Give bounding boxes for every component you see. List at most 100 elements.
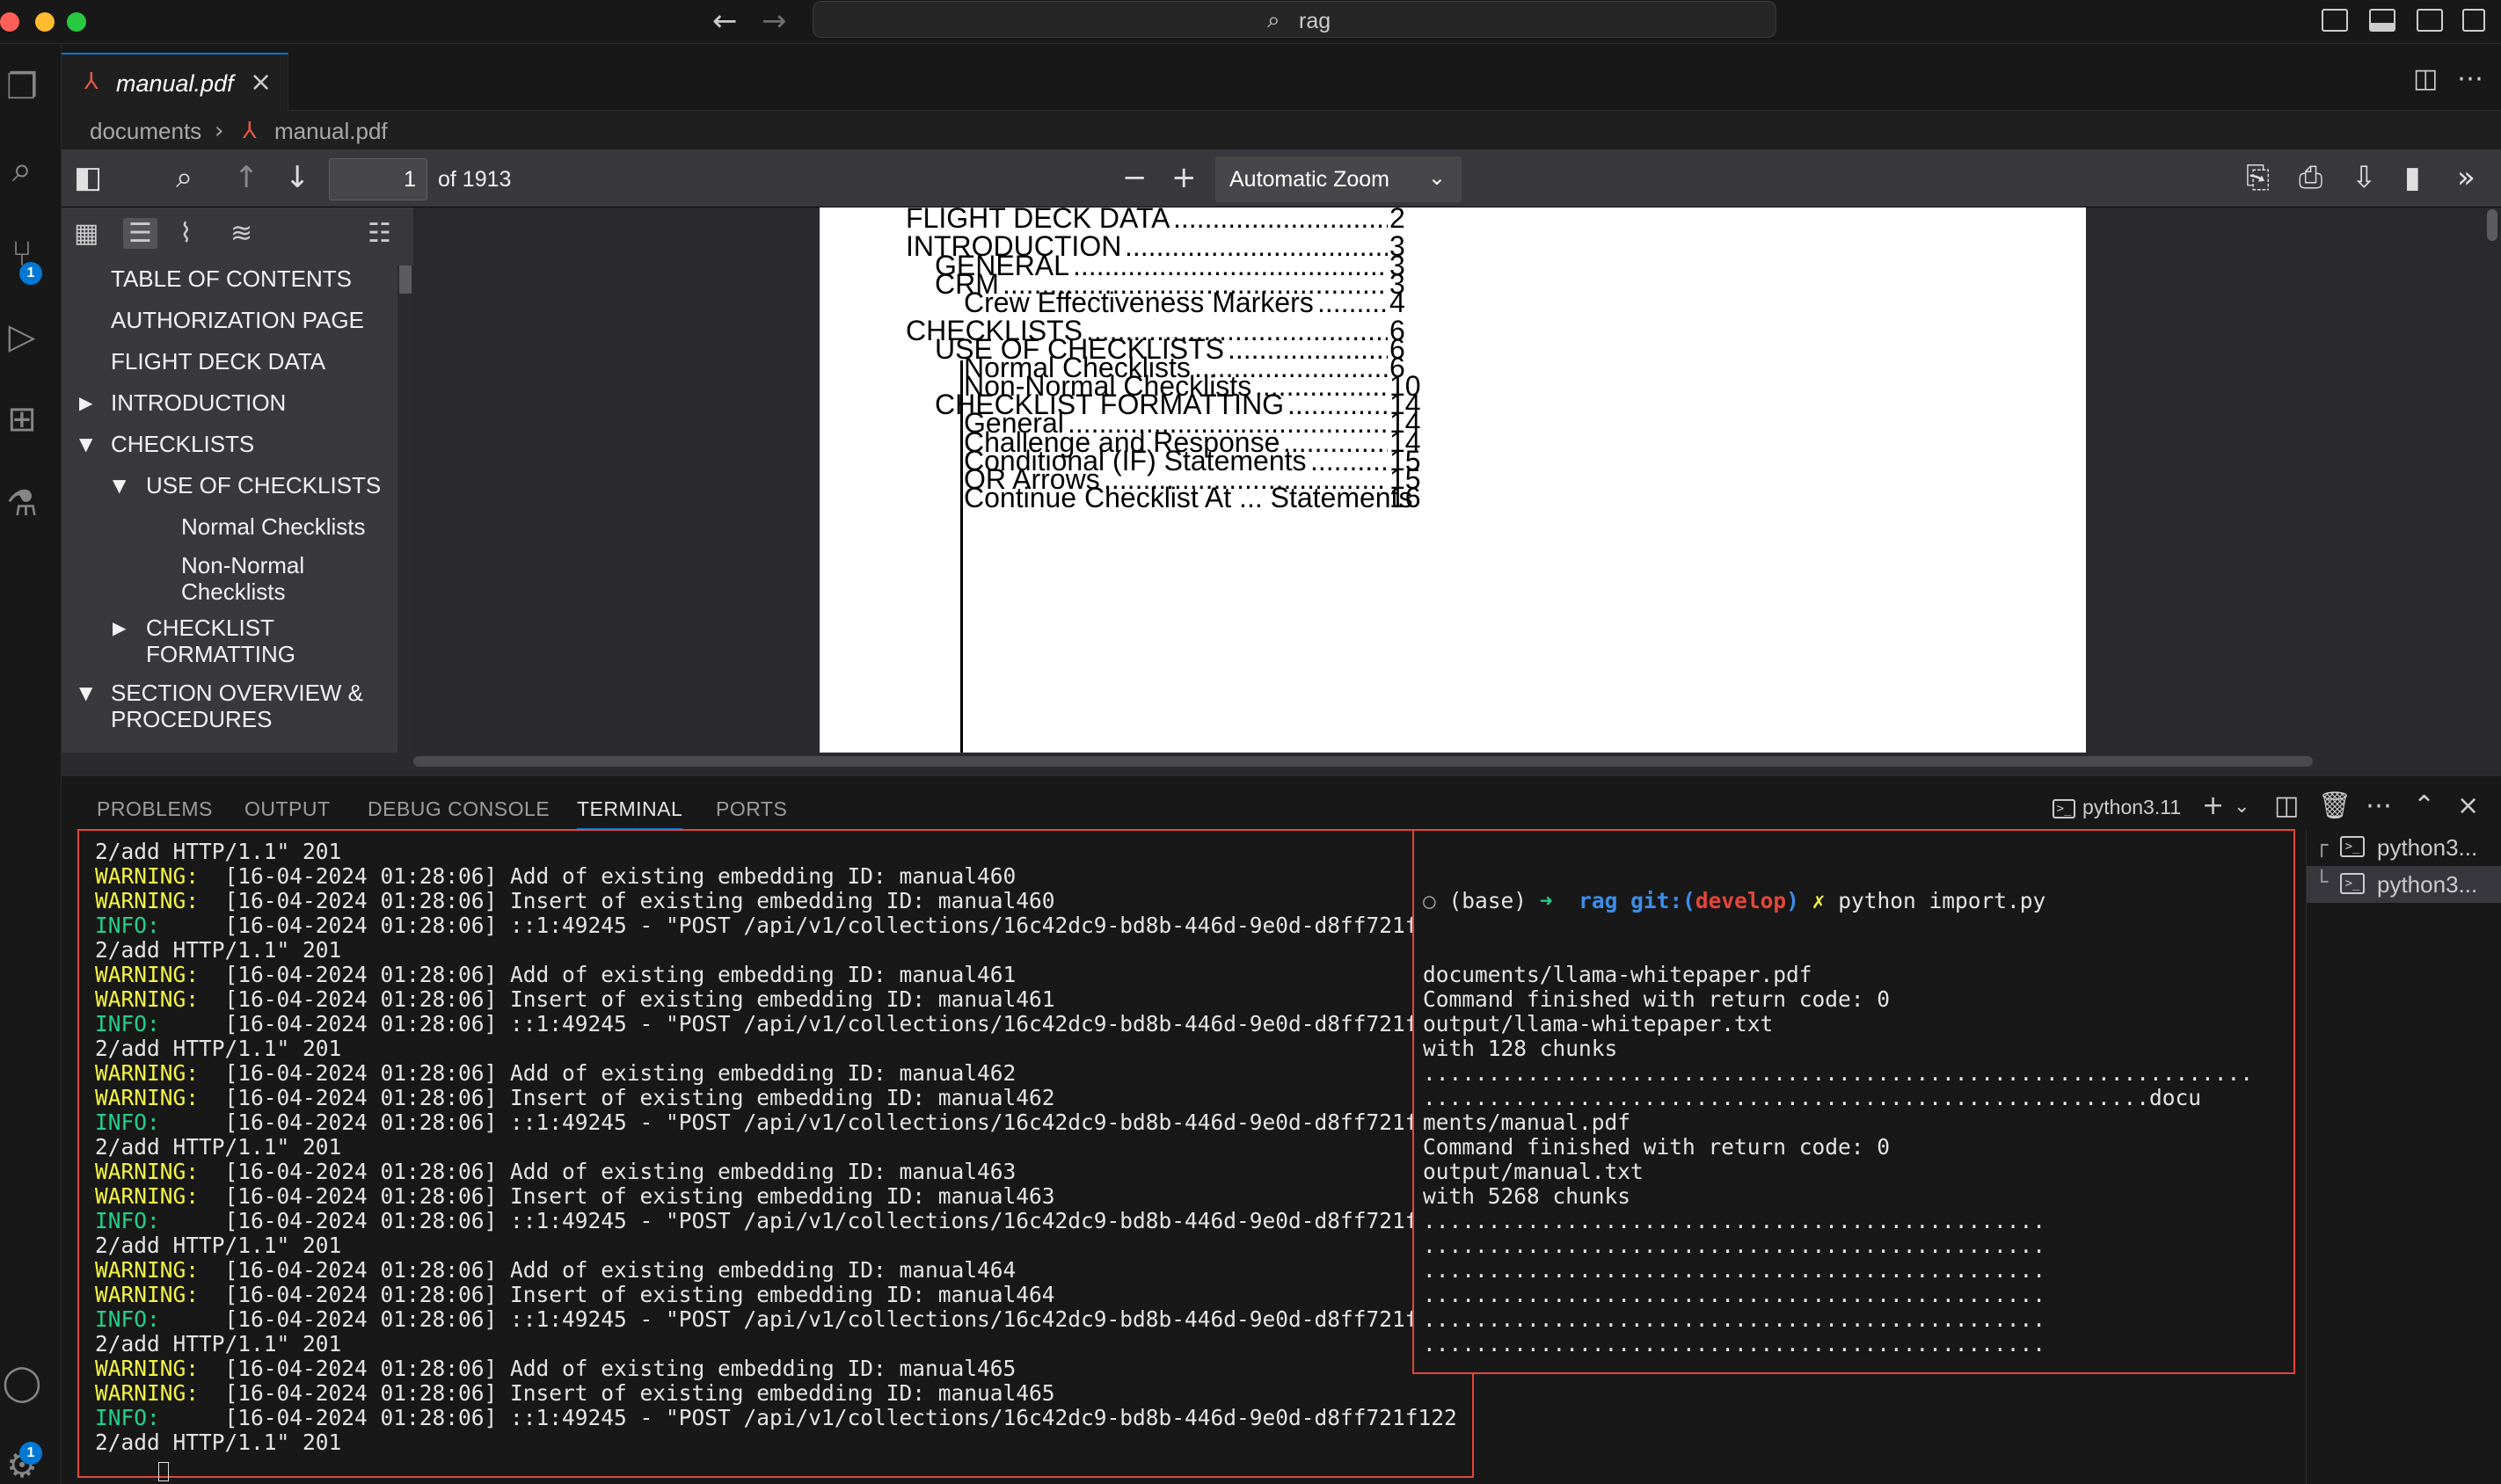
tab-output[interactable]: OUTPUT (244, 797, 331, 821)
terminal-right[interactable]: ○ (base) ➜ rag git:(develop) ✗ python im… (1412, 829, 2295, 1374)
tab-problems[interactable]: PROBLEMS (97, 797, 213, 821)
terminal-profile[interactable]: >_ python3.11 (2053, 796, 2181, 819)
log-message: [16-04-2024 01:28:06] Insert of existing… (199, 1282, 1055, 1307)
tab-debug-console[interactable]: DEBUG CONSOLE (368, 797, 550, 821)
log-message: [16-04-2024 01:28:06] Add of existing em… (199, 1257, 1017, 1283)
breadcrumb-file[interactable]: manual.pdf (274, 118, 388, 145)
toggle-sidebar-icon[interactable]: ◧ (74, 160, 102, 195)
tools-menu-icon[interactable]: » (2457, 160, 2475, 195)
outline-item[interactable]: Normal Checklists (181, 513, 366, 540)
terminal-left[interactable]: 2/add HTTP/1.1" 201 WARNING: [16-04-2024 … (77, 829, 1474, 1478)
terminal-line-text: ........................................… (1423, 1060, 2254, 1086)
window-minimize-button[interactable] (35, 12, 55, 32)
pdf-viewer: ◧ ⌕ ↑ ↓ of 1913 − + Automatic Zoom ⌄ ⎘ ⎙… (62, 149, 2501, 775)
search-icon[interactable]: ⌕ (2, 149, 42, 190)
page-number-input[interactable] (329, 158, 427, 200)
pdf-viewer-container[interactable]: FLIGHT DECK DATA 2 INTRODUCTION 3 GENERAL 3 CR… (413, 207, 2501, 753)
outline-item[interactable]: FLIGHT DECK DATA (111, 348, 325, 375)
log-message: 2/add HTTP/1.1" 201 (95, 1233, 342, 1258)
window-maximize-button[interactable] (67, 12, 86, 32)
forward-arrow-icon[interactable]: → (762, 4, 787, 39)
chevron-down-icon[interactable]: ▼ (79, 682, 92, 703)
more-actions-icon[interactable]: ⋯ (2366, 790, 2392, 821)
open-file-icon[interactable]: ⎘ (2246, 160, 2270, 195)
next-page-icon[interactable]: ↓ (285, 160, 310, 195)
terminal-line-text: output/llama-whitepaper.txt (1423, 1011, 1774, 1037)
chevron-right-icon[interactable]: ▶ (79, 392, 92, 413)
current-outline-item-icon[interactable]: ☷ (368, 218, 391, 249)
outline-item-continued[interactable]: FORMATTING (146, 641, 295, 667)
outline-item-continued[interactable]: Checklists (181, 578, 285, 605)
save-icon[interactable]: ⇩ (2352, 160, 2377, 195)
outline-item[interactable]: AUTHORIZATION PAGE (111, 307, 364, 333)
outline-item[interactable]: USE OF CHECKLISTS (146, 472, 381, 498)
tab-terminal[interactable]: TERMINAL (577, 797, 683, 830)
zoom-select[interactable]: Automatic Zoom ⌄ (1215, 156, 1462, 202)
testing-icon[interactable]: ⚗ (2, 484, 42, 524)
log-level: WARNING: (95, 1085, 200, 1110)
pdf-vertical-scrollbar[interactable] (2483, 207, 2501, 753)
zoom-in-icon[interactable]: + (1171, 160, 1197, 195)
outline-item[interactable]: INTRODUCTION (111, 389, 286, 416)
terminal-cursor (158, 1462, 169, 1481)
terminal-icon: >_ (2053, 798, 2075, 818)
breadcrumb: documents › ⅄ manual.pdf (62, 111, 2501, 149)
toggle-panel-icon[interactable] (2369, 9, 2395, 32)
terminal-line-text: Command finished with return code: 0 (1423, 986, 1891, 1012)
print-icon[interactable]: ⎙ (2299, 160, 2322, 195)
outline-item-continued[interactable]: PROCEDURES (111, 706, 272, 732)
command-center[interactable]: ⌕ rag (813, 1, 1776, 38)
previous-page-icon[interactable]: ↑ (234, 160, 259, 195)
chevron-down-icon[interactable]: ⌄ (2234, 796, 2249, 818)
chevron-down-icon[interactable]: ▼ (79, 433, 92, 455)
toggle-secondary-sidebar-icon[interactable] (2417, 9, 2443, 32)
thumbnails-icon[interactable]: ▦ (74, 218, 98, 249)
outline-item[interactable]: Non-Normal (181, 552, 304, 578)
terminal-line: INFO: [16-04-2024 01:28:06] ::1:49245 - … (95, 913, 1472, 938)
bookmark-icon[interactable]: ▮ (2404, 160, 2421, 195)
outline-item[interactable]: CHECKLISTS (111, 431, 254, 457)
log-level: WARNING: (95, 863, 200, 889)
trash-icon[interactable]: 🗑 (2318, 790, 2352, 821)
zoom-out-icon[interactable]: − (1122, 160, 1148, 195)
explorer-icon[interactable]: ❐ (2, 67, 42, 107)
accounts-icon[interactable]: ◯ (2, 1363, 42, 1403)
pdf-horizontal-scrollbar[interactable] (62, 753, 2501, 770)
terminal-line: INFO: [16-04-2024 01:28:06] ::1:49245 - … (95, 1406, 1472, 1430)
tab-manual-pdf[interactable]: ⅄ manual.pdf × (62, 53, 288, 111)
toggle-primary-sidebar-icon[interactable] (2322, 9, 2348, 32)
terminal-line: INFO: [16-04-2024 01:28:06] ::1:49245 - … (95, 1209, 1472, 1233)
outline-scrollbar[interactable] (397, 266, 413, 753)
customize-layout-icon[interactable] (2462, 9, 2485, 32)
terminal-line-text: ........................................… (1423, 1085, 2202, 1110)
outline-item[interactable]: TABLE OF CONTENTS (111, 266, 352, 292)
outline-item[interactable]: CHECKLIST (146, 615, 274, 641)
more-actions-icon[interactable]: ⋯ (2457, 63, 2483, 94)
outline-item[interactable]: SECTION OVERVIEW & (111, 680, 363, 706)
new-terminal-icon[interactable]: + (2202, 790, 2224, 821)
close-panel-icon[interactable]: × (2457, 790, 2479, 821)
find-icon[interactable]: ⌕ (176, 160, 193, 195)
terminal-icon: >_ (2340, 873, 2365, 894)
terminal-line-text: ........................................… (1423, 1233, 2046, 1258)
split-editor-icon[interactable]: ◫ (2413, 63, 2438, 94)
maximize-panel-icon[interactable]: ⌃ (2413, 790, 2435, 821)
terminal-line: WARNING: [16-04-2024 01:28:06] Insert of… (95, 1086, 1472, 1110)
breadcrumb-folder[interactable]: documents (90, 118, 201, 145)
chevron-right-icon[interactable]: ▶ (113, 617, 126, 638)
layers-icon[interactable]: ≋ (230, 218, 252, 249)
run-debug-icon[interactable]: ▷ (2, 316, 42, 357)
split-terminal-icon[interactable]: ◫ (2274, 790, 2299, 821)
attachments-icon[interactable]: ⌇ (179, 218, 193, 249)
back-arrow-icon[interactable]: ← (712, 4, 738, 39)
outline-icon[interactable]: ☰ (123, 218, 157, 249)
terminal-line: ments/manual.pdf (1423, 1110, 2293, 1135)
chevron-down-icon[interactable]: ▼ (113, 475, 126, 496)
window-close-button[interactable] (0, 12, 19, 32)
tab-ports[interactable]: PORTS (716, 797, 787, 821)
extensions-icon[interactable]: ⊞ (2, 399, 42, 440)
log-message: [16-04-2024 01:28:06] ::1:49245 - "POST … (159, 1306, 1457, 1332)
close-icon[interactable]: × (250, 67, 272, 98)
terminal-list-item[interactable]: ┌ >_ python3... (2307, 829, 2501, 866)
terminal-list-item[interactable]: └ >_ python3... (2307, 866, 2501, 903)
